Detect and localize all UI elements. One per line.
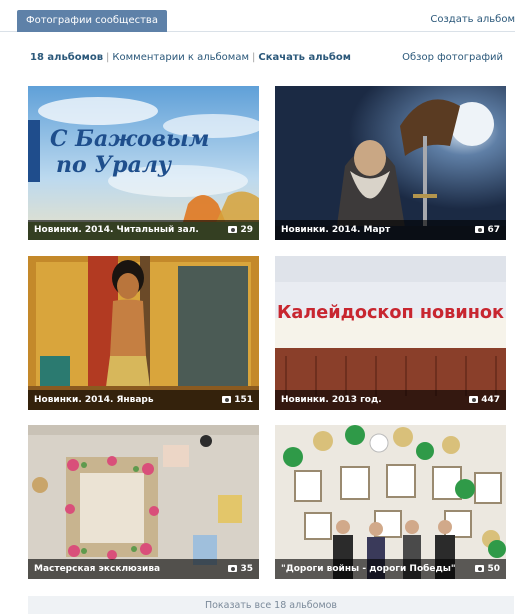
camera-icon: [469, 396, 479, 403]
tab-community-photos[interactable]: Фотографии сообщества: [17, 10, 167, 32]
album-cover-image: Калейдоскоп новинок: [275, 256, 506, 410]
separator: |: [252, 52, 256, 63]
album-caption: "Дороги войны - дороги Победы" 50: [275, 559, 506, 579]
photo-count-value: 67: [487, 225, 500, 235]
photo-count: 447: [469, 390, 500, 410]
photo-count-value: 29: [240, 225, 253, 235]
photo-count: 151: [222, 390, 253, 410]
camera-icon: [228, 565, 238, 572]
album-caption: Новинки. 2014. Январь 151: [28, 390, 259, 410]
photo-count: 67: [475, 220, 500, 240]
camera-icon: [475, 565, 485, 572]
album-cover-image: [275, 425, 506, 579]
album-banner-text: по Уралу: [56, 152, 173, 178]
photo-count-value: 447: [481, 395, 500, 405]
albums-count-link[interactable]: 18 альбомов: [30, 52, 103, 63]
album-card[interactable]: Мастерская эксклюзива 35: [28, 425, 259, 579]
photo-count: 29: [228, 220, 253, 240]
photo-count-value: 151: [234, 395, 253, 405]
camera-icon: [222, 396, 232, 403]
album-caption: Новинки. 2013 год. 447: [275, 390, 506, 410]
album-caption: Мастерская эксклюзива 35: [28, 559, 259, 579]
camera-icon: [228, 226, 238, 233]
album-banner-text: Калейдоскоп новинок: [277, 302, 504, 323]
album-cover-image: [275, 86, 506, 240]
photo-count-value: 50: [487, 564, 500, 574]
album-cover-image: [28, 425, 259, 579]
create-album-link[interactable]: Создать альбом: [430, 14, 515, 25]
show-all-albums-button[interactable]: Показать все 18 альбомов: [28, 596, 514, 614]
album-card[interactable]: Калейдоскоп новинок Новинки. 2013 год. 4…: [275, 256, 506, 410]
header-bar: Фотографии сообщества Создать альбом: [0, 0, 515, 32]
photo-count: 35: [228, 559, 253, 579]
album-card[interactable]: С Бажовым по Уралу Новинки. 2014. Читаль…: [28, 86, 259, 240]
album-card[interactable]: Новинки. 2014. Март 67: [275, 86, 506, 240]
download-album-link[interactable]: Скачать альбом: [258, 52, 351, 63]
album-title: Новинки. 2014. Январь: [34, 395, 154, 405]
album-title: Новинки. 2013 год.: [281, 395, 382, 405]
album-caption: Новинки. 2014. Читальный зал. 29: [28, 220, 259, 240]
album-banner-text: С Бажовым: [50, 126, 209, 152]
album-title: Новинки. 2014. Читальный зал.: [34, 225, 199, 235]
album-title: Новинки. 2014. Март: [281, 225, 391, 235]
photo-count: 50: [475, 559, 500, 579]
album-cover-image: [28, 256, 259, 410]
separator: |: [106, 52, 110, 63]
album-caption: Новинки. 2014. Март 67: [275, 220, 506, 240]
album-cover-image: С Бажовым по Уралу: [28, 86, 259, 240]
album-card[interactable]: "Дороги войны - дороги Победы" 50: [275, 425, 506, 579]
camera-icon: [475, 226, 485, 233]
album-card[interactable]: Новинки. 2014. Январь 151: [28, 256, 259, 410]
album-summary-bar: 18 альбомов | Комментарии к альбомам | Скача…: [30, 52, 503, 66]
album-comments-link[interactable]: Комментарии к альбомам: [112, 52, 249, 63]
photo-overview-link[interactable]: Обзор фотографий: [402, 52, 503, 63]
photo-count-value: 35: [240, 564, 253, 574]
album-title: "Дороги войны - дороги Победы": [281, 564, 456, 574]
album-title: Мастерская эксклюзива: [34, 564, 161, 574]
